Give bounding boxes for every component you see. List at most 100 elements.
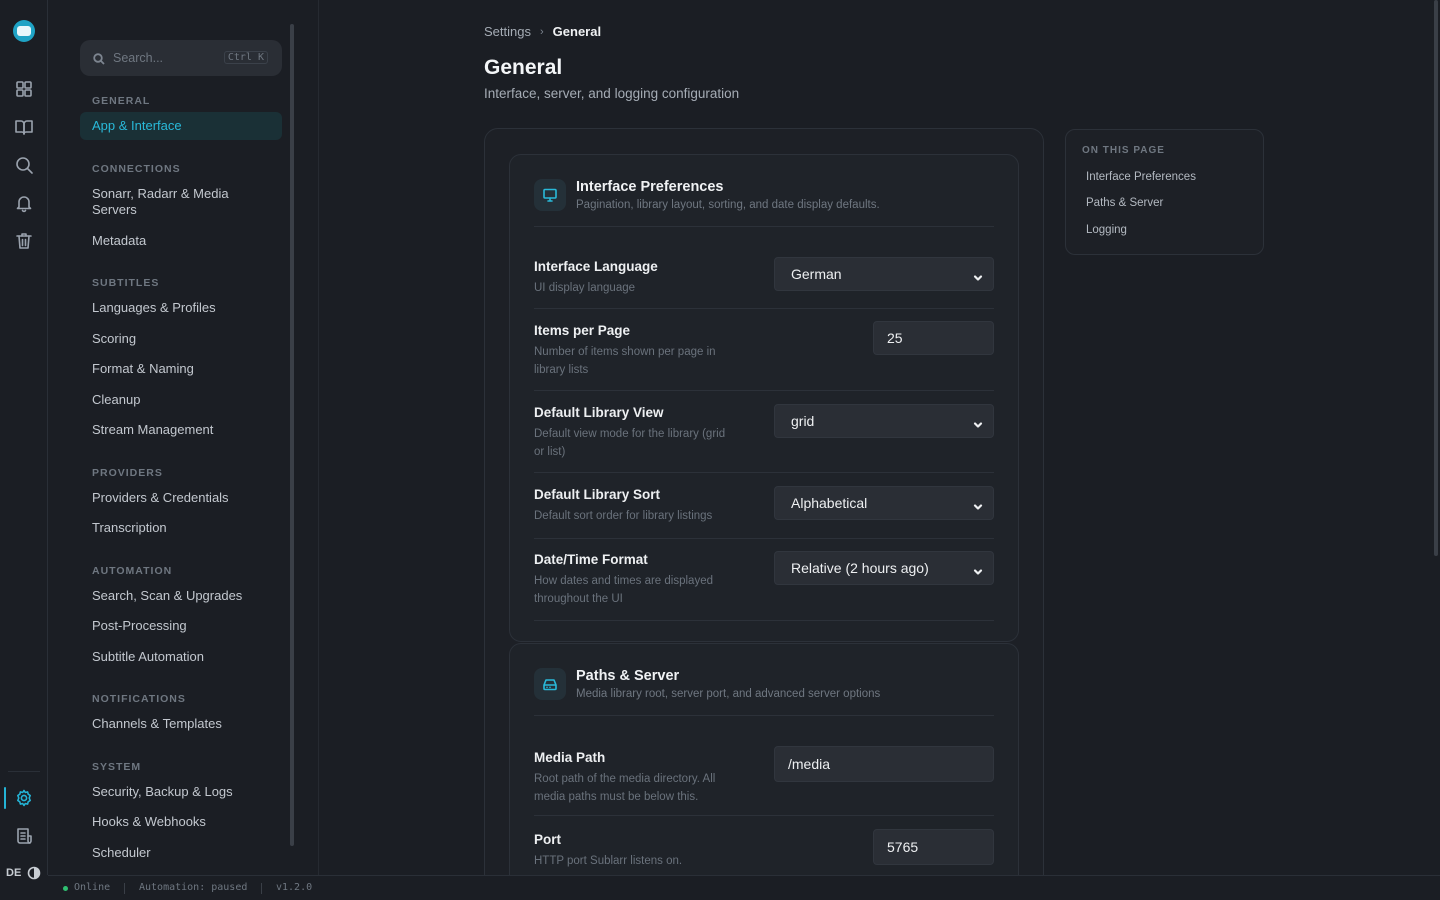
nav-item-channels-templates[interactable]: Channels & Templates xyxy=(80,716,282,732)
logs-icon[interactable] xyxy=(14,826,34,846)
nav-group-subtitles: SUBTITLES xyxy=(92,277,160,289)
toc-heading: ON THIS PAGE xyxy=(1082,145,1165,156)
nav-item-metadata[interactable]: Metadata xyxy=(80,233,282,249)
card-title: Paths & Server xyxy=(576,668,680,684)
setting-description: Root path of the media directory. All me… xyxy=(534,773,716,803)
input-value: 5765 xyxy=(887,839,919,855)
setting-row-port: Port HTTP port Sublarr listens on. 5765 xyxy=(534,816,994,875)
search-shortcut: Ctrl K xyxy=(223,51,268,64)
card-header: Paths & Server Media library root, serve… xyxy=(534,668,994,716)
setting-row-datetime-format: Date/Time Format How dates and times are… xyxy=(534,539,994,621)
rail-divider xyxy=(8,771,40,772)
chevron-down-icon xyxy=(973,564,983,575)
toc-item-interface-preferences[interactable]: Interface Preferences xyxy=(1086,171,1196,183)
breadcrumb: Settings › General xyxy=(484,24,601,39)
setting-description: Default view mode for the library (grid … xyxy=(534,428,726,458)
nav-item-scoring[interactable]: Scoring xyxy=(80,331,282,347)
search-input[interactable]: Search... Ctrl K xyxy=(80,40,282,76)
setting-row-media-path: Media Path Root path of the media direct… xyxy=(534,732,994,816)
main-scrollbar[interactable] xyxy=(1434,0,1438,556)
search-icon xyxy=(93,52,105,65)
chevron-down-icon xyxy=(973,417,983,428)
interface-language-select[interactable]: German xyxy=(774,257,994,291)
nav-item-transcription[interactable]: Transcription xyxy=(80,520,282,536)
nav-group-general: GENERAL xyxy=(92,95,151,107)
nav-item-security-backup-logs[interactable]: Security, Backup & Logs xyxy=(80,784,282,800)
datetime-format-select[interactable]: Relative (2 hours ago) xyxy=(774,551,994,585)
icon-rail: DE xyxy=(0,0,48,880)
breadcrumb-settings[interactable]: Settings xyxy=(484,24,531,39)
nav-item-app-interface[interactable]: App & Interface xyxy=(80,112,282,140)
card-subtitle: Pagination, library layout, sorting, and… xyxy=(576,199,880,211)
setting-row-default-library-view: Default Library View Default view mode f… xyxy=(534,391,994,473)
nav-item-subtitle-automation[interactable]: Subtitle Automation xyxy=(80,649,282,665)
hard-drive-icon xyxy=(534,668,566,700)
nav-item-providers-credentials[interactable]: Providers & Credentials xyxy=(80,490,282,506)
chevron-down-icon xyxy=(973,270,983,281)
settings-panel: Interface Preferences Pagination, librar… xyxy=(484,128,1044,875)
paths-server-card: Paths & Server Media library root, serve… xyxy=(509,643,1019,875)
setting-label: Default Library Sort xyxy=(534,487,661,502)
card-subtitle: Media library root, server port, and adv… xyxy=(576,688,881,700)
nav-group-providers: PROVIDERS xyxy=(92,467,163,479)
nav-item-sonarr-radarr-line1: Sonarr, Radarr & Media xyxy=(92,186,229,201)
search-icon[interactable] xyxy=(14,155,34,175)
default-library-view-select[interactable]: grid xyxy=(774,404,994,438)
monitor-icon xyxy=(534,179,566,211)
select-value: grid xyxy=(791,413,815,429)
nav-item-search-scan-upgrades[interactable]: Search, Scan & Upgrades xyxy=(80,588,282,604)
card-title: Interface Preferences xyxy=(576,179,724,195)
select-value: Alphabetical xyxy=(791,495,868,511)
status-version: v1.2.0 xyxy=(276,882,313,893)
nav-item-languages-profiles[interactable]: Languages & Profiles xyxy=(80,300,282,316)
nav-group-notifications: NOTIFICATIONS xyxy=(92,693,186,705)
status-online: Online xyxy=(74,882,111,893)
theme-toggle-icon[interactable] xyxy=(27,866,41,880)
page-title: General xyxy=(484,56,563,79)
nav-item-hooks-webhooks[interactable]: Hooks & Webhooks xyxy=(80,814,282,830)
setting-row-default-library-sort: Default Library Sort Default sort order … xyxy=(534,473,994,539)
default-library-sort-select[interactable]: Alphabetical xyxy=(774,486,994,520)
setting-label: Port xyxy=(534,832,561,847)
app-logo[interactable] xyxy=(13,20,35,42)
nav-item-stream-management[interactable]: Stream Management xyxy=(80,422,282,438)
nav-item-sonarr-radarr-line2: Servers xyxy=(92,202,137,217)
select-value: German xyxy=(791,266,842,282)
items-per-page-input[interactable]: 25 xyxy=(873,321,994,355)
chevron-down-icon xyxy=(973,499,983,510)
trash-icon[interactable] xyxy=(14,231,34,251)
nav-scrollbar[interactable] xyxy=(290,24,294,846)
breadcrumb-current: General xyxy=(552,24,602,39)
setting-description: UI display language xyxy=(534,282,636,294)
toc-item-paths-server[interactable]: Paths & Server xyxy=(1086,197,1163,209)
setting-description: Default sort order for library listings xyxy=(534,510,713,522)
media-path-input[interactable]: /media xyxy=(774,746,994,782)
nav-item-cleanup[interactable]: Cleanup xyxy=(80,392,282,408)
nav-item-sonarr-radarr[interactable]: Sonarr, Radarr & Media Servers xyxy=(80,186,282,218)
bell-icon[interactable] xyxy=(14,193,34,213)
page-subtitle: Interface, server, and logging configura… xyxy=(484,86,740,101)
nav-item-scheduler[interactable]: Scheduler xyxy=(80,845,282,861)
card-header: Interface Preferences Pagination, librar… xyxy=(534,179,994,227)
status-bar: Online Automation: paused v1.2.0 xyxy=(48,875,1440,900)
setting-description: HTTP port Sublarr listens on. xyxy=(534,855,683,867)
on-this-page: ON THIS PAGE Interface Preferences Paths… xyxy=(1065,129,1264,255)
input-value: 25 xyxy=(887,330,903,346)
library-icon[interactable] xyxy=(14,117,34,137)
setting-row-items-per-page: Items per Page Number of items shown per… xyxy=(534,309,994,391)
setting-description: Number of items shown per page in librar… xyxy=(534,346,716,376)
port-input[interactable]: 5765 xyxy=(873,829,994,865)
status-automation: Automation: paused xyxy=(139,882,248,893)
online-status-dot xyxy=(63,886,68,891)
status-divider xyxy=(261,883,262,894)
nav-item-post-processing[interactable]: Post-Processing xyxy=(80,618,282,634)
nav-item-format-naming[interactable]: Format & Naming xyxy=(80,361,282,377)
toc-item-logging[interactable]: Logging xyxy=(1086,224,1127,236)
language-toggle[interactable]: DE xyxy=(6,867,21,879)
active-indicator xyxy=(4,787,6,809)
select-value: Relative (2 hours ago) xyxy=(791,560,929,576)
setting-label: Items per Page xyxy=(534,323,631,338)
dashboard-icon[interactable] xyxy=(14,79,34,99)
settings-icon[interactable] xyxy=(14,788,34,808)
nav-group-automation: AUTOMATION xyxy=(92,565,173,577)
